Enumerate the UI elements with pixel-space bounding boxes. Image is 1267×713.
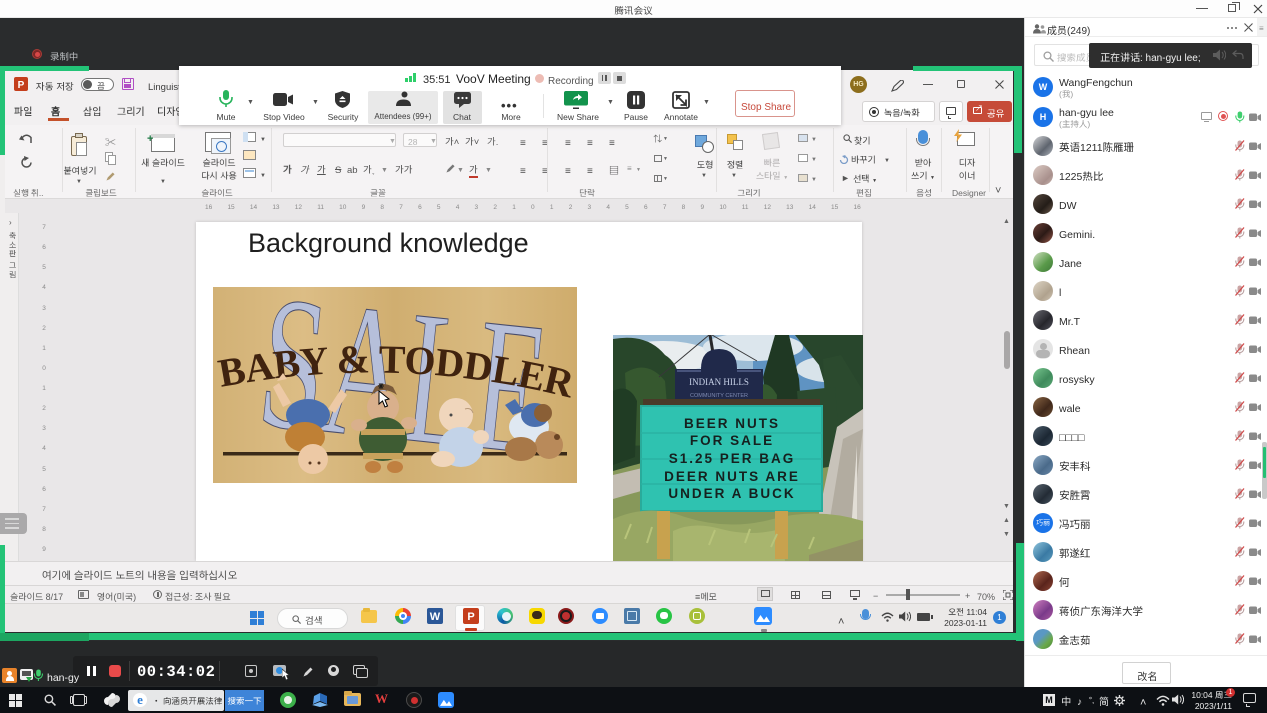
svg-text:INDIAN HILLS: INDIAN HILLS [689,377,749,387]
svg-text:FOR SALE: FOR SALE [690,433,774,448]
svg-text:COMMUNITY CENTER: COMMUNITY CENTER [690,391,748,399]
svg-text:UNDER A BUCK: UNDER A BUCK [668,486,795,501]
svg-text:BEER NUTS: BEER NUTS [684,416,780,431]
svg-text:S1.25 PER BAG: S1.25 PER BAG [669,451,796,466]
svg-text:DEER NUTS ARE: DEER NUTS ARE [664,469,800,484]
